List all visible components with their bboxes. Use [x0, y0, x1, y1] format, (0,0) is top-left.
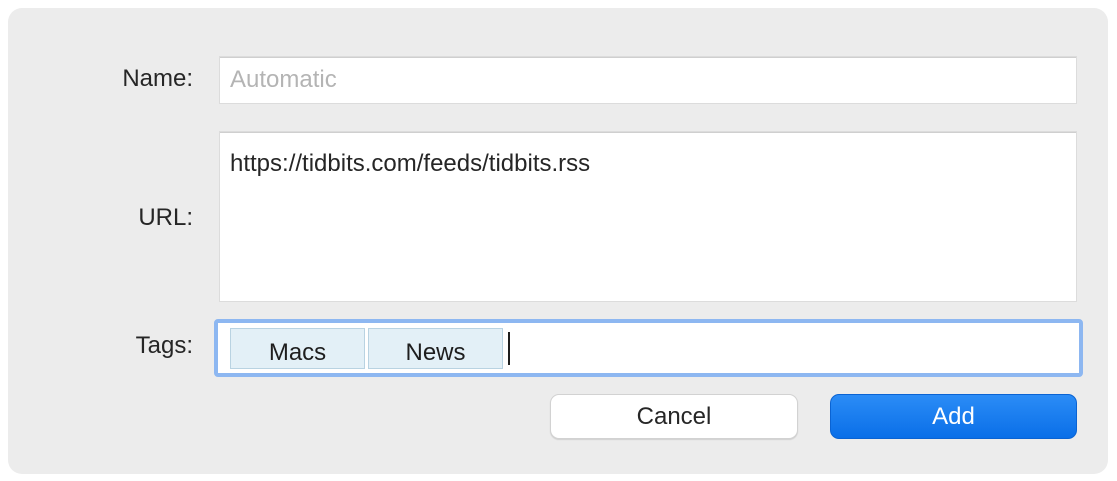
add-button[interactable]: Add — [830, 394, 1077, 439]
tag-token[interactable]: Macs — [230, 328, 365, 369]
name-label: Name: — [122, 65, 193, 92]
name-input[interactable] — [220, 57, 1076, 103]
tags-label: Tags: — [135, 332, 193, 359]
url-value: https://tidbits.com/feeds/tidbits.rss — [230, 150, 591, 177]
url-label: URL: — [138, 204, 193, 231]
text-caret — [508, 332, 510, 365]
tags-input[interactable]: Macs News — [214, 319, 1083, 377]
url-input[interactable]: https://tidbits.com/feeds/tidbits.rss — [219, 131, 1077, 302]
name-field-container — [219, 56, 1077, 104]
cancel-button[interactable]: Cancel — [550, 394, 798, 439]
tag-token[interactable]: News — [368, 328, 503, 369]
add-feed-dialog: Name: URL: https://tidbits.com/feeds/tid… — [8, 8, 1108, 474]
